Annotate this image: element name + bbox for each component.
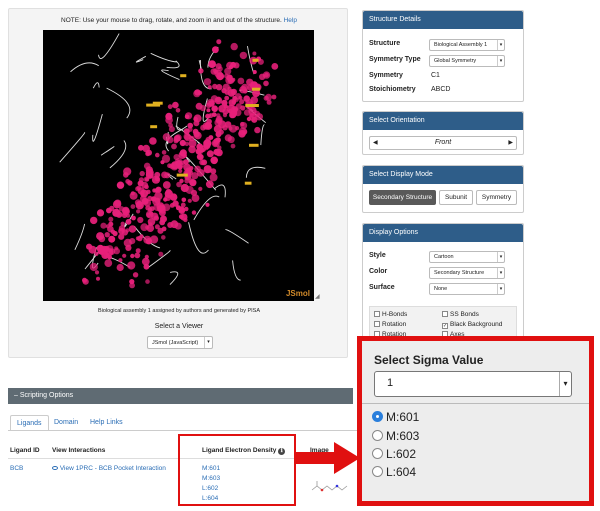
chevron-down-icon: ▾ <box>497 252 504 262</box>
tab-domain[interactable]: Domain <box>48 415 84 431</box>
display-options-panel: Display Options Style Cartoon ▾ Color Se… <box>362 223 524 343</box>
chevron-down-icon: ▾ <box>559 372 571 396</box>
ligand-structure-thumbnail <box>311 481 348 492</box>
tabs-divider <box>8 430 358 431</box>
radio-unselected-icon <box>372 466 383 477</box>
highlight-box <box>178 434 296 506</box>
sigma-title: Select Sigma Value <box>374 353 484 367</box>
col-view-interactions: View Interactions <box>52 447 106 454</box>
jsmol-canvas[interactable]: JSmol <box>43 30 314 301</box>
radio-unselected-icon <box>372 430 383 441</box>
sigma-radio-2[interactable]: L:602 <box>372 447 416 461</box>
chevron-down-icon: ▾ <box>497 56 504 66</box>
resize-handle-icon[interactable]: ◢ <box>315 293 320 300</box>
structure-select[interactable]: Biological Assembly 1 ▾ <box>429 39 505 51</box>
checkbox-group: H-Bonds SS Bonds Rotation ✓ Black Backgro… <box>369 306 517 340</box>
sigma-value-popup: Select Sigma Value 1 ▾ M:601 M:603 L:602… <box>357 336 594 506</box>
help-link[interactable]: Help <box>284 17 297 24</box>
orientation-panel: Select Orientation ◀ Front ▶ <box>362 111 524 155</box>
display-mode-panel: Select Display Mode Secondary Structure … <box>362 165 524 213</box>
surface-label: Surface <box>369 284 395 291</box>
symmetry-value: C1 <box>431 72 440 79</box>
display-mode-title: Select Display Mode <box>363 166 523 184</box>
chevron-down-icon: ▾ <box>497 284 504 294</box>
chevron-down-icon: ▾ <box>204 337 212 348</box>
radio-selected-icon <box>372 411 383 422</box>
color-select[interactable]: Secondary Structure ▾ <box>429 267 505 279</box>
secondary-structure-button[interactable]: Secondary Structure <box>369 190 436 205</box>
orientation-control: ◀ Front ▶ <box>369 136 517 150</box>
scripting-options-toggle[interactable]: – Scripting Options <box>8 388 353 404</box>
eye-icon <box>52 466 58 470</box>
tab-help-links[interactable]: Help Links <box>84 415 129 431</box>
arrow-right-icon[interactable]: ▶ <box>508 139 513 146</box>
sigma-select[interactable]: 1 ▾ <box>374 371 572 397</box>
viewer-note: NOTE: Use your mouse to drag, rotate, an… <box>61 17 297 24</box>
select-viewer-label: Select a Viewer <box>154 323 204 330</box>
col-ligand-id: Ligand ID <box>10 447 40 454</box>
orientation-value: Front <box>434 139 452 146</box>
checkmark-icon: ✓ <box>442 323 448 329</box>
structure-details-title: Structure Details <box>363 11 523 29</box>
chevron-down-icon: ▾ <box>497 268 504 278</box>
checkbox-unchecked-icon <box>374 311 380 317</box>
display-options-title: Display Options <box>363 224 523 242</box>
style-label: Style <box>369 252 386 259</box>
color-label: Color <box>369 268 388 275</box>
radio-unselected-icon <box>372 448 383 459</box>
sigma-radio-3[interactable]: L:604 <box>372 465 416 479</box>
viewer-select[interactable]: JSmol (JavaScript) ▾ <box>147 336 213 349</box>
red-arrow-icon <box>296 442 360 474</box>
protein-structure-render <box>59 33 279 289</box>
surface-select[interactable]: None ▾ <box>429 283 505 295</box>
view-interaction-link[interactable]: View 1PRC - BCB Pocket Interaction <box>52 465 166 472</box>
ligand-id-link[interactable]: BCB <box>10 465 23 472</box>
orientation-title: Select Orientation <box>363 112 523 130</box>
structure-details-panel: Structure Details Structure Biological A… <box>362 10 524 102</box>
structure-label: Structure <box>369 40 401 47</box>
rotation-checkbox[interactable]: Rotation <box>374 321 406 328</box>
chevron-down-icon: ▾ <box>497 40 504 50</box>
subunit-button[interactable]: Subunit <box>439 190 473 205</box>
stoichiometry-label: Stoichiometry <box>369 86 416 93</box>
h-bonds-checkbox[interactable]: H-Bonds <box>374 311 407 318</box>
symmetry-type-label: Symmetry Type <box>369 56 421 63</box>
symmetry-button[interactable]: Symmetry <box>476 190 517 205</box>
sigma-radio-1[interactable]: M:603 <box>372 429 419 443</box>
stoichiometry-value: ABCD <box>431 86 451 93</box>
symmetry-label: Symmetry <box>369 72 403 79</box>
black-background-checkbox[interactable]: ✓ Black Background <box>442 321 502 329</box>
checkbox-unchecked-icon <box>374 321 380 327</box>
assembly-caption: Biological assembly 1 assigned by author… <box>97 308 261 314</box>
tab-ligands[interactable]: Ligands <box>10 415 49 431</box>
jsmol-logo: JSmol <box>285 289 310 298</box>
ss-bonds-checkbox[interactable]: SS Bonds <box>442 311 479 318</box>
sigma-radio-0[interactable]: M:601 <box>372 410 419 424</box>
style-select[interactable]: Cartoon ▾ <box>429 251 505 263</box>
checkbox-unchecked-icon <box>442 311 448 317</box>
sigma-divider <box>362 403 589 404</box>
symmetry-type-select[interactable]: Global Symmetry ▾ <box>429 55 505 67</box>
structure-viewer-panel: NOTE: Use your mouse to drag, rotate, an… <box>8 8 348 358</box>
